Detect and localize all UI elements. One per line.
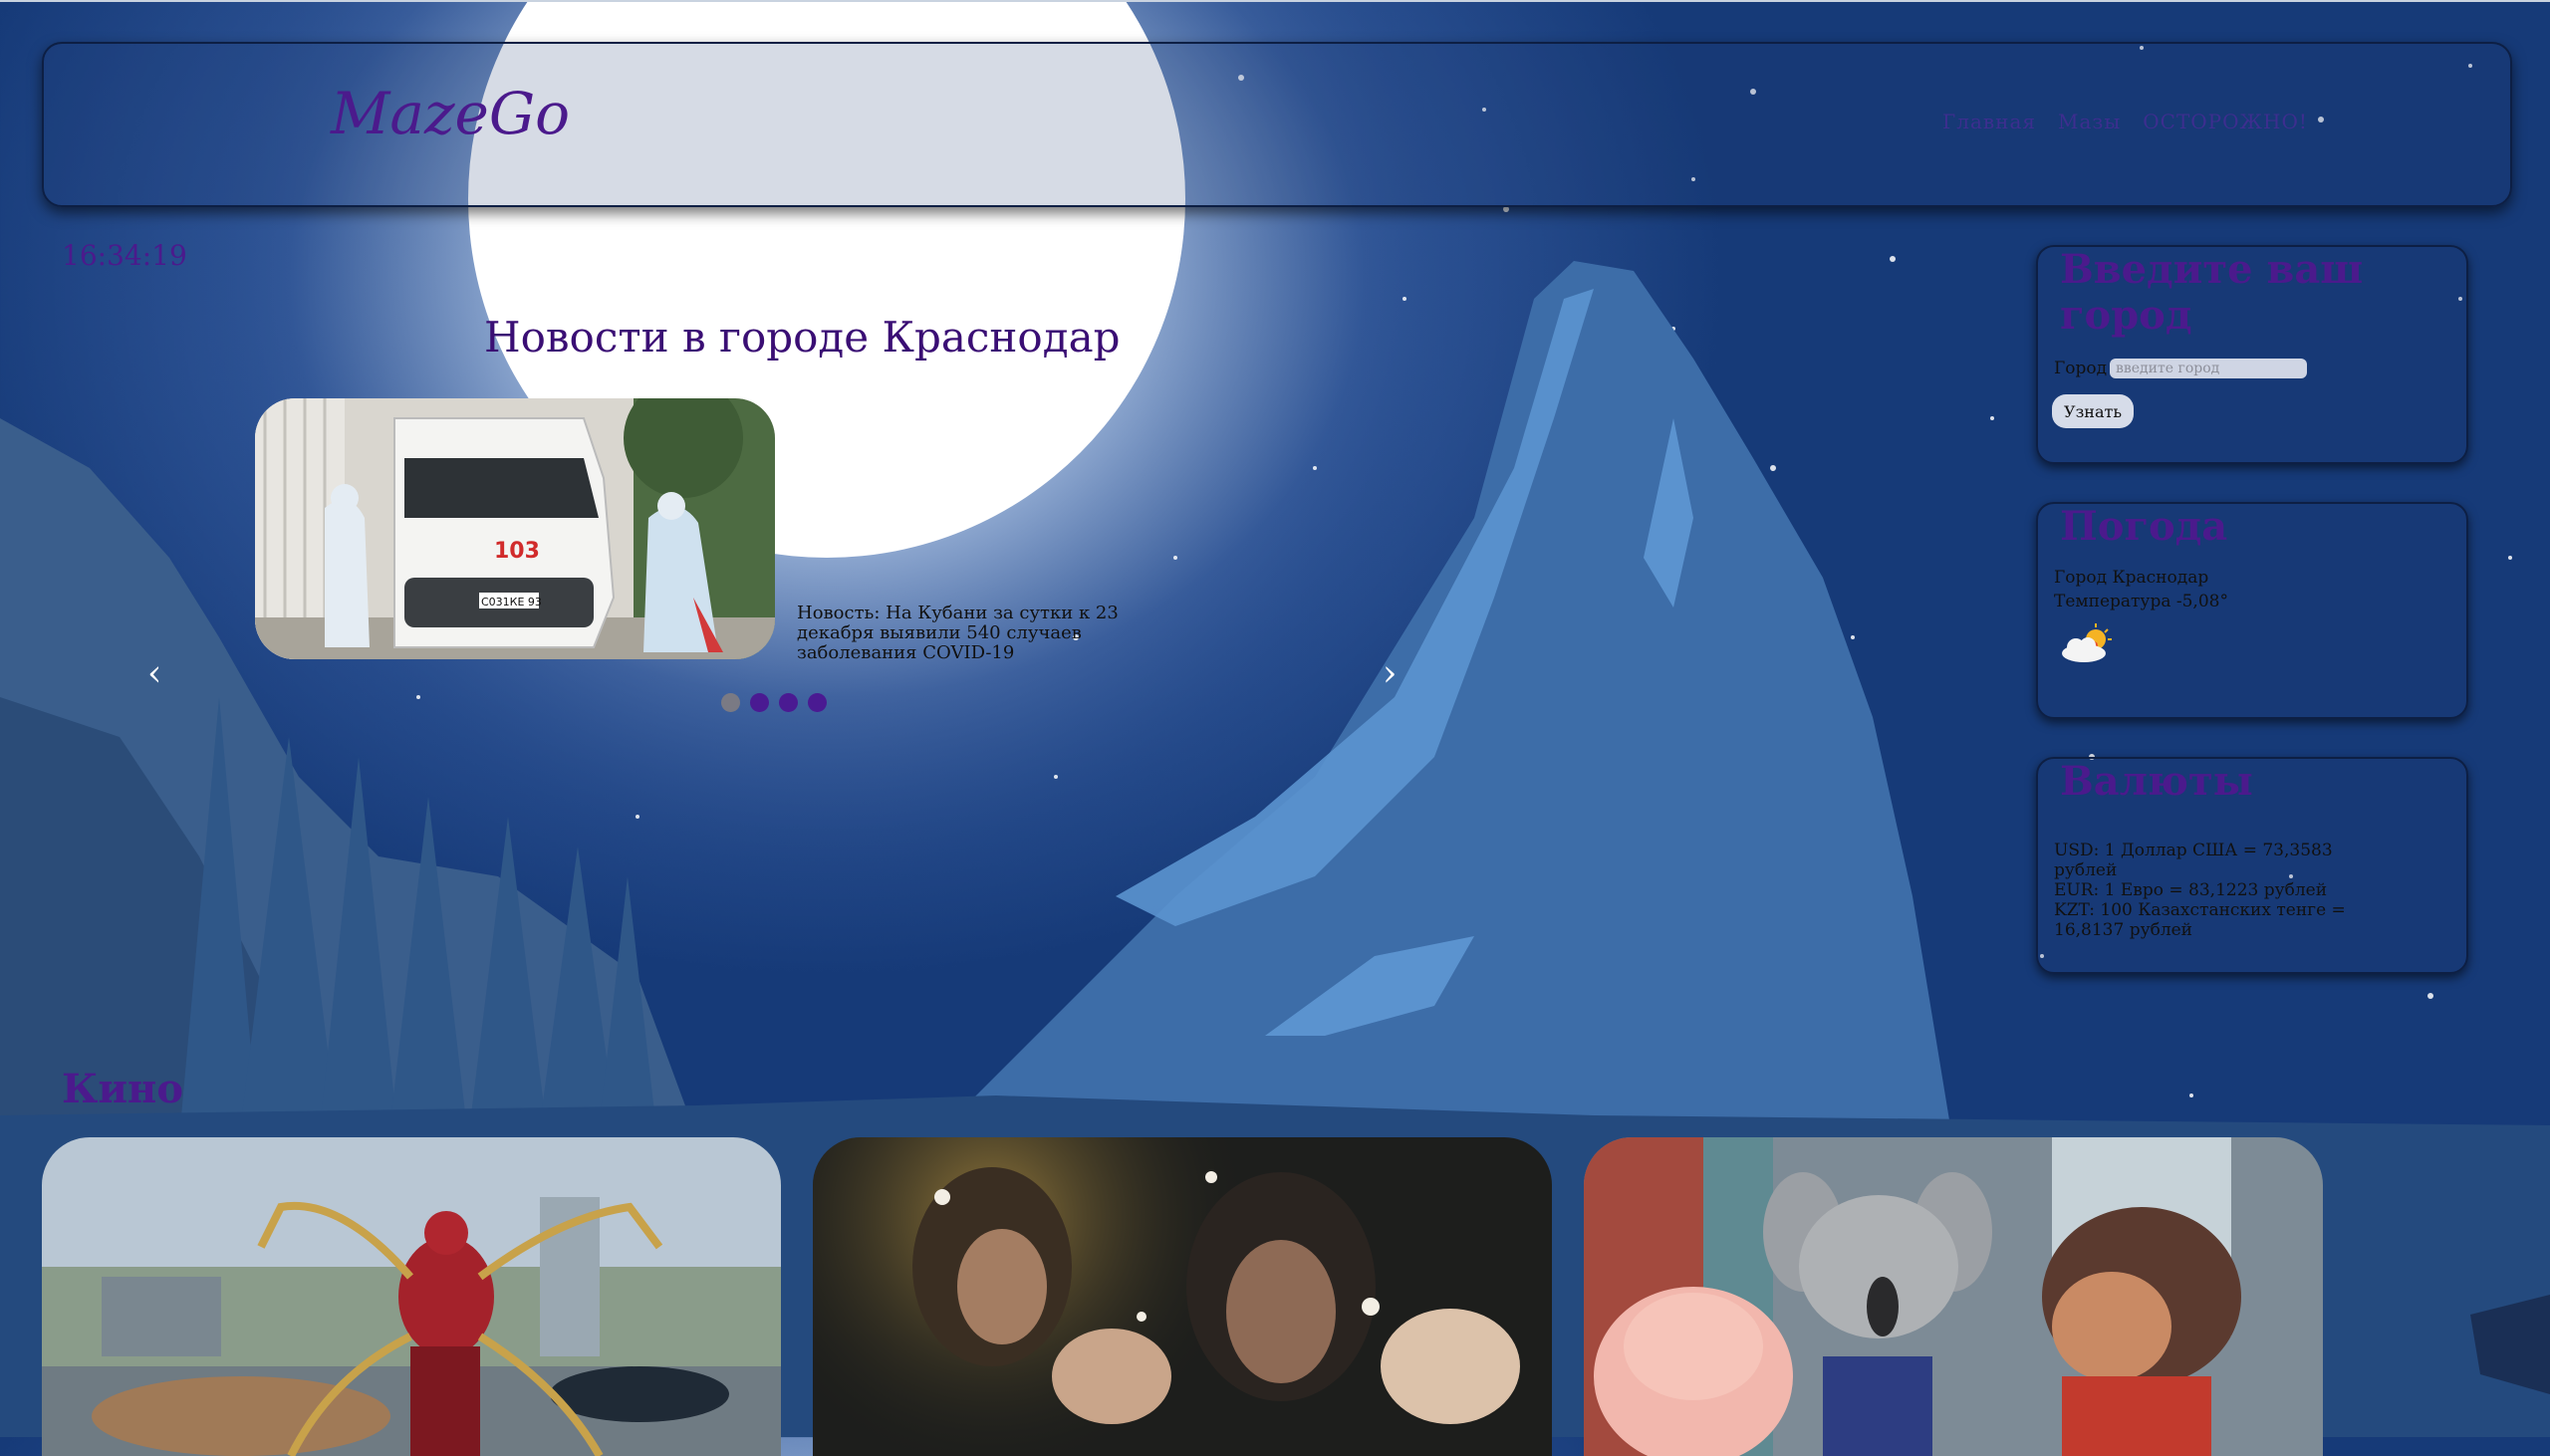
carousel-dot-3[interactable]	[779, 693, 798, 712]
currency-eur: EUR: 1 Евро = 83,1223 рублей	[2054, 880, 2328, 900]
clock: 16:34:19	[62, 239, 187, 272]
main-nav: Главная Мазы ОСТОРОЖНО!	[1942, 110, 2308, 133]
city-card: Введите ваш город Город Узнать	[2036, 245, 2468, 464]
find-out-button[interactable]: Узнать	[2052, 394, 2135, 428]
news-title: Новости в городе Краснодар	[484, 313, 1121, 362]
carousel-dot-4[interactable]	[808, 693, 827, 712]
currency-usd: USD: 1 Доллар США = 73,3583 рублей	[2054, 841, 2333, 880]
weather-temperature: Температура -5,08°	[2054, 592, 2228, 611]
currency-card: Валюты USD: 1 Доллар США = 73,3583 рубле…	[2036, 757, 2468, 974]
carousel-dot-2[interactable]	[750, 693, 769, 712]
ambulance-number: 103	[494, 539, 540, 564]
nav-link-mazy[interactable]: Мазы	[2058, 110, 2121, 133]
license-plate: С031КЕ 93	[481, 596, 542, 608]
weather-card-title: Погода	[2060, 503, 2228, 550]
film-card-2[interactable]	[813, 1137, 1552, 1456]
partly-cloudy-icon	[2062, 623, 2112, 662]
site-header: MazeGo Главная Мазы ОСТОРОЖНО!	[42, 42, 2512, 207]
kino-section-title: Кино	[62, 1066, 184, 1112]
carousel-next-button[interactable]: ›	[1383, 653, 1397, 694]
carousel-indicators	[721, 693, 827, 712]
news-caption: Новость: На Кубани за сутки к 23 декабря…	[797, 603, 1119, 663]
weather-card: Погода Город Краснодар Температура -5,08…	[2036, 502, 2468, 719]
currency-card-title: Валюты	[2060, 758, 2253, 805]
news-image: 103 С031КЕ 93	[255, 398, 775, 659]
city-label: Город	[2054, 359, 2108, 378]
carousel-dot-1[interactable]	[721, 693, 740, 712]
film-card-3[interactable]	[1584, 1137, 2323, 1456]
top-border	[0, 0, 2550, 2]
site-logo[interactable]: MazeGo	[331, 80, 570, 147]
nav-link-home[interactable]: Главная	[1942, 110, 2036, 133]
film-card-1[interactable]	[42, 1137, 781, 1456]
carousel-prev-button[interactable]: ‹	[147, 653, 161, 694]
city-card-title: Введите ваш город	[2060, 246, 2364, 339]
currency-kzt: KZT: 100 Казахстанских тенге = 16,8137 р…	[2054, 900, 2346, 940]
weather-city: Город Краснодар	[2054, 568, 2209, 588]
city-input[interactable]	[2110, 359, 2307, 378]
nav-link-warning[interactable]: ОСТОРОЖНО!	[2143, 110, 2308, 133]
